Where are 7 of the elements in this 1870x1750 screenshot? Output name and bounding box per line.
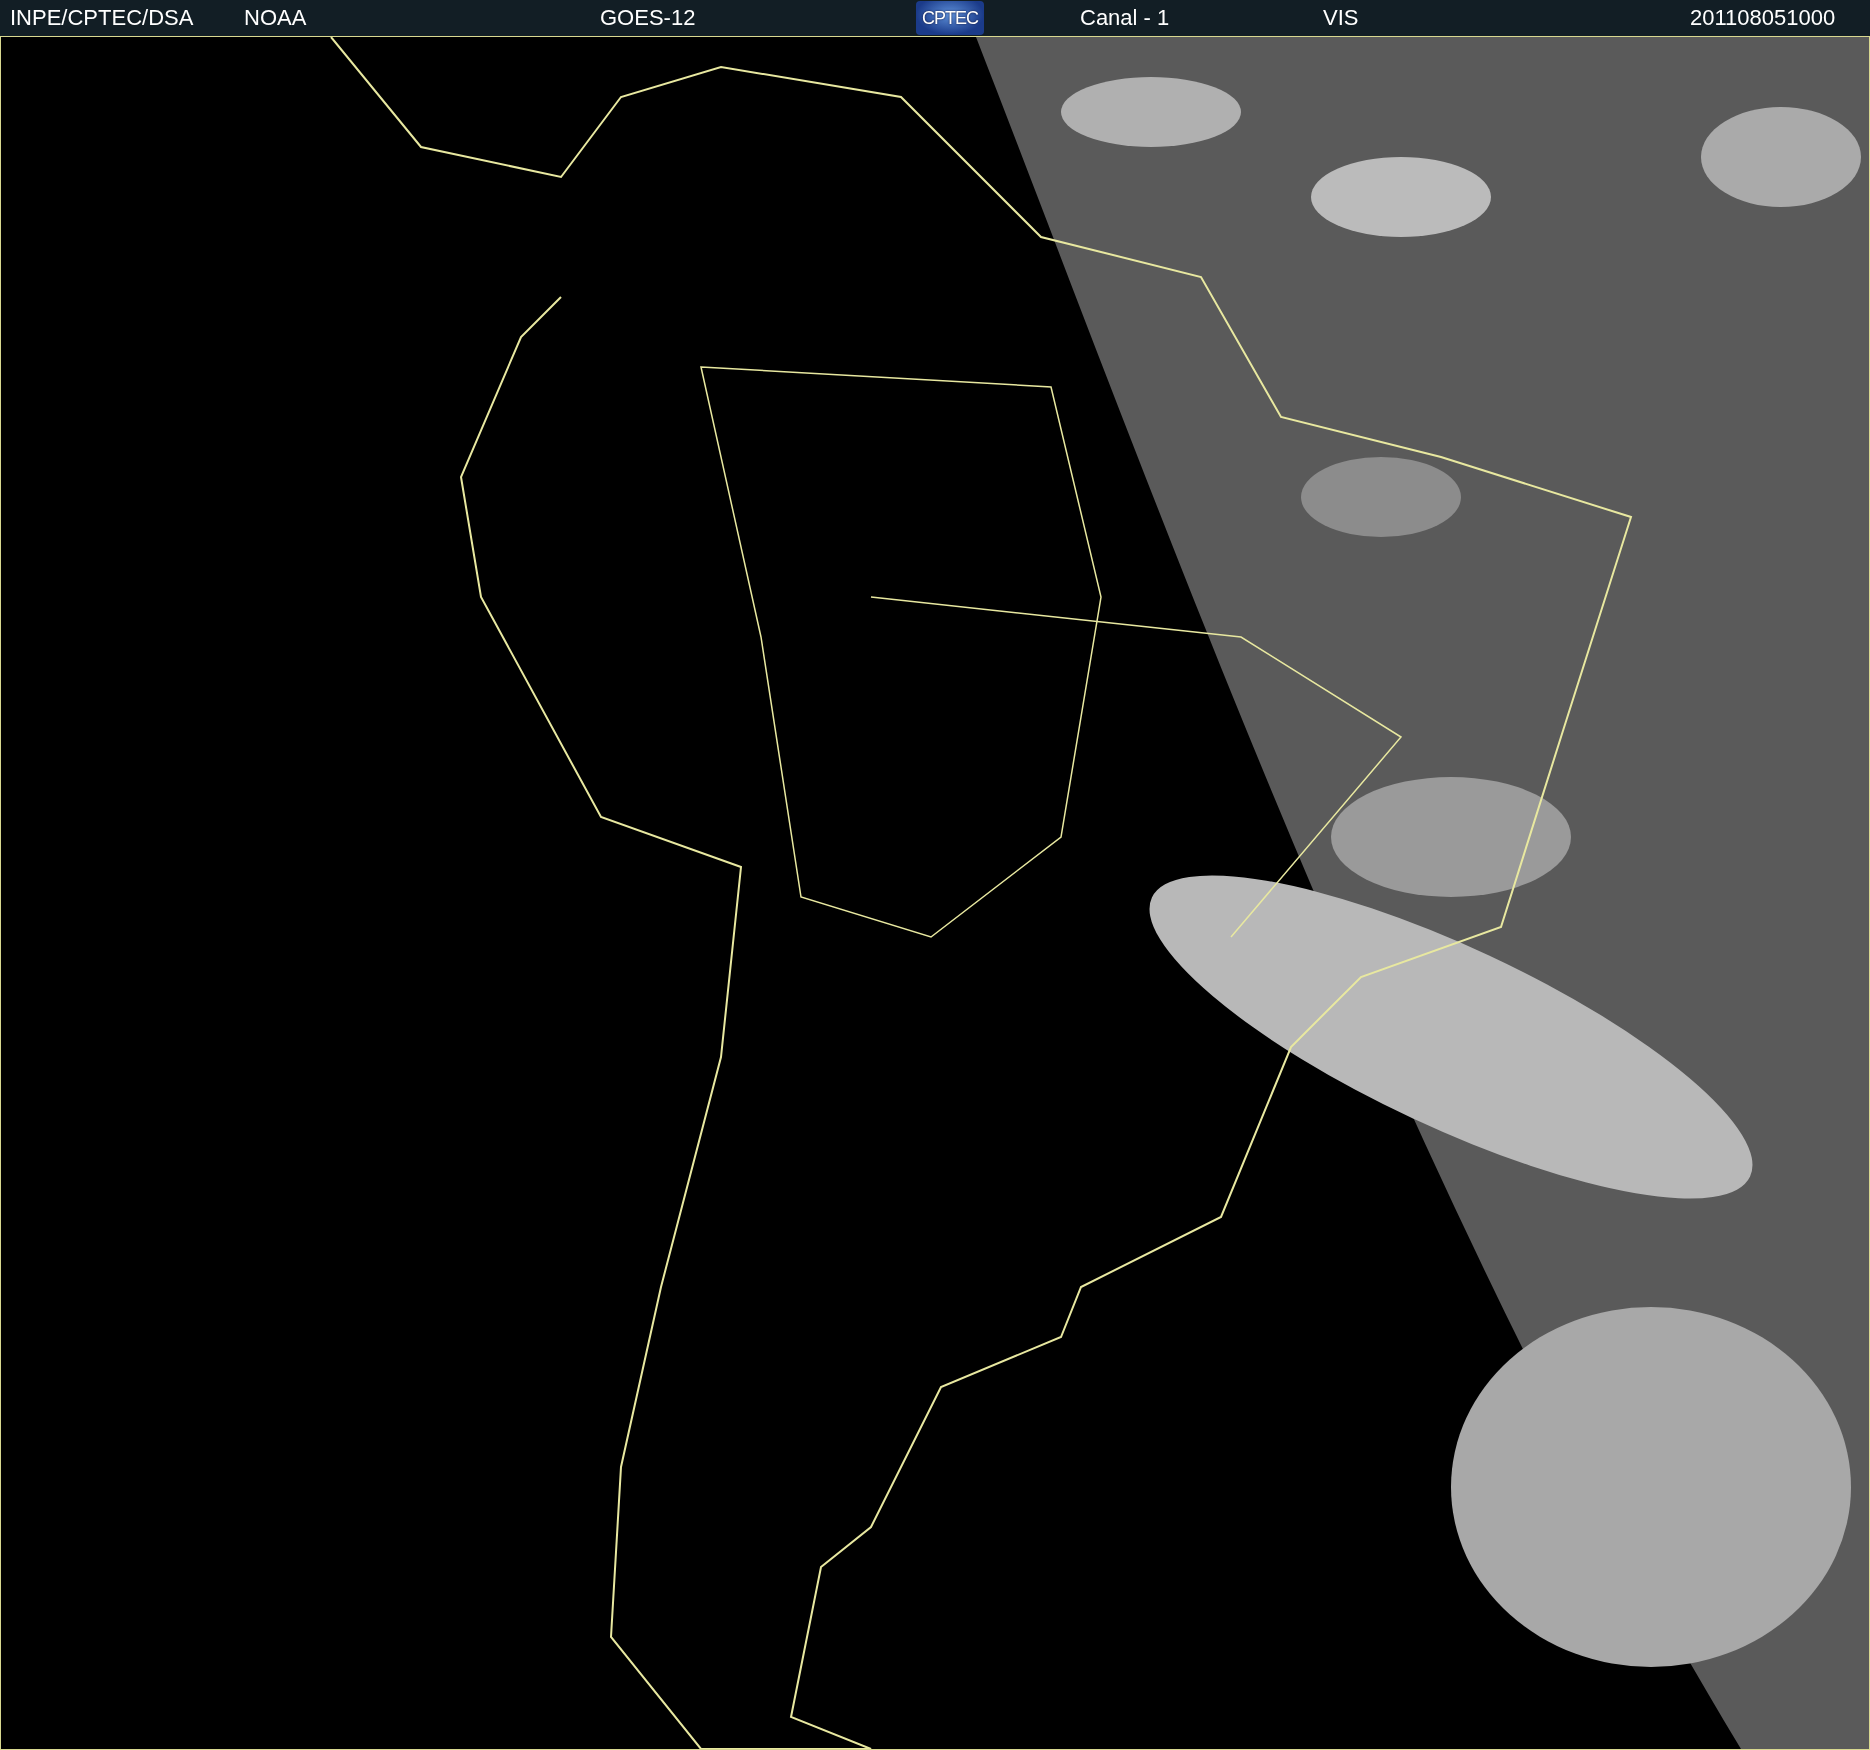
channel-label: Canal - 1 <box>1080 5 1171 31</box>
logo-badge: CPTEC <box>916 1 984 35</box>
agency-label: NOAA <box>244 5 308 31</box>
satellite-label: GOES-12 <box>600 5 697 31</box>
band-label: VIS <box>1323 5 1360 31</box>
timestamp-label: 201108051000 <box>1690 5 1837 31</box>
source-label: INPE/CPTEC/DSA <box>10 5 195 31</box>
